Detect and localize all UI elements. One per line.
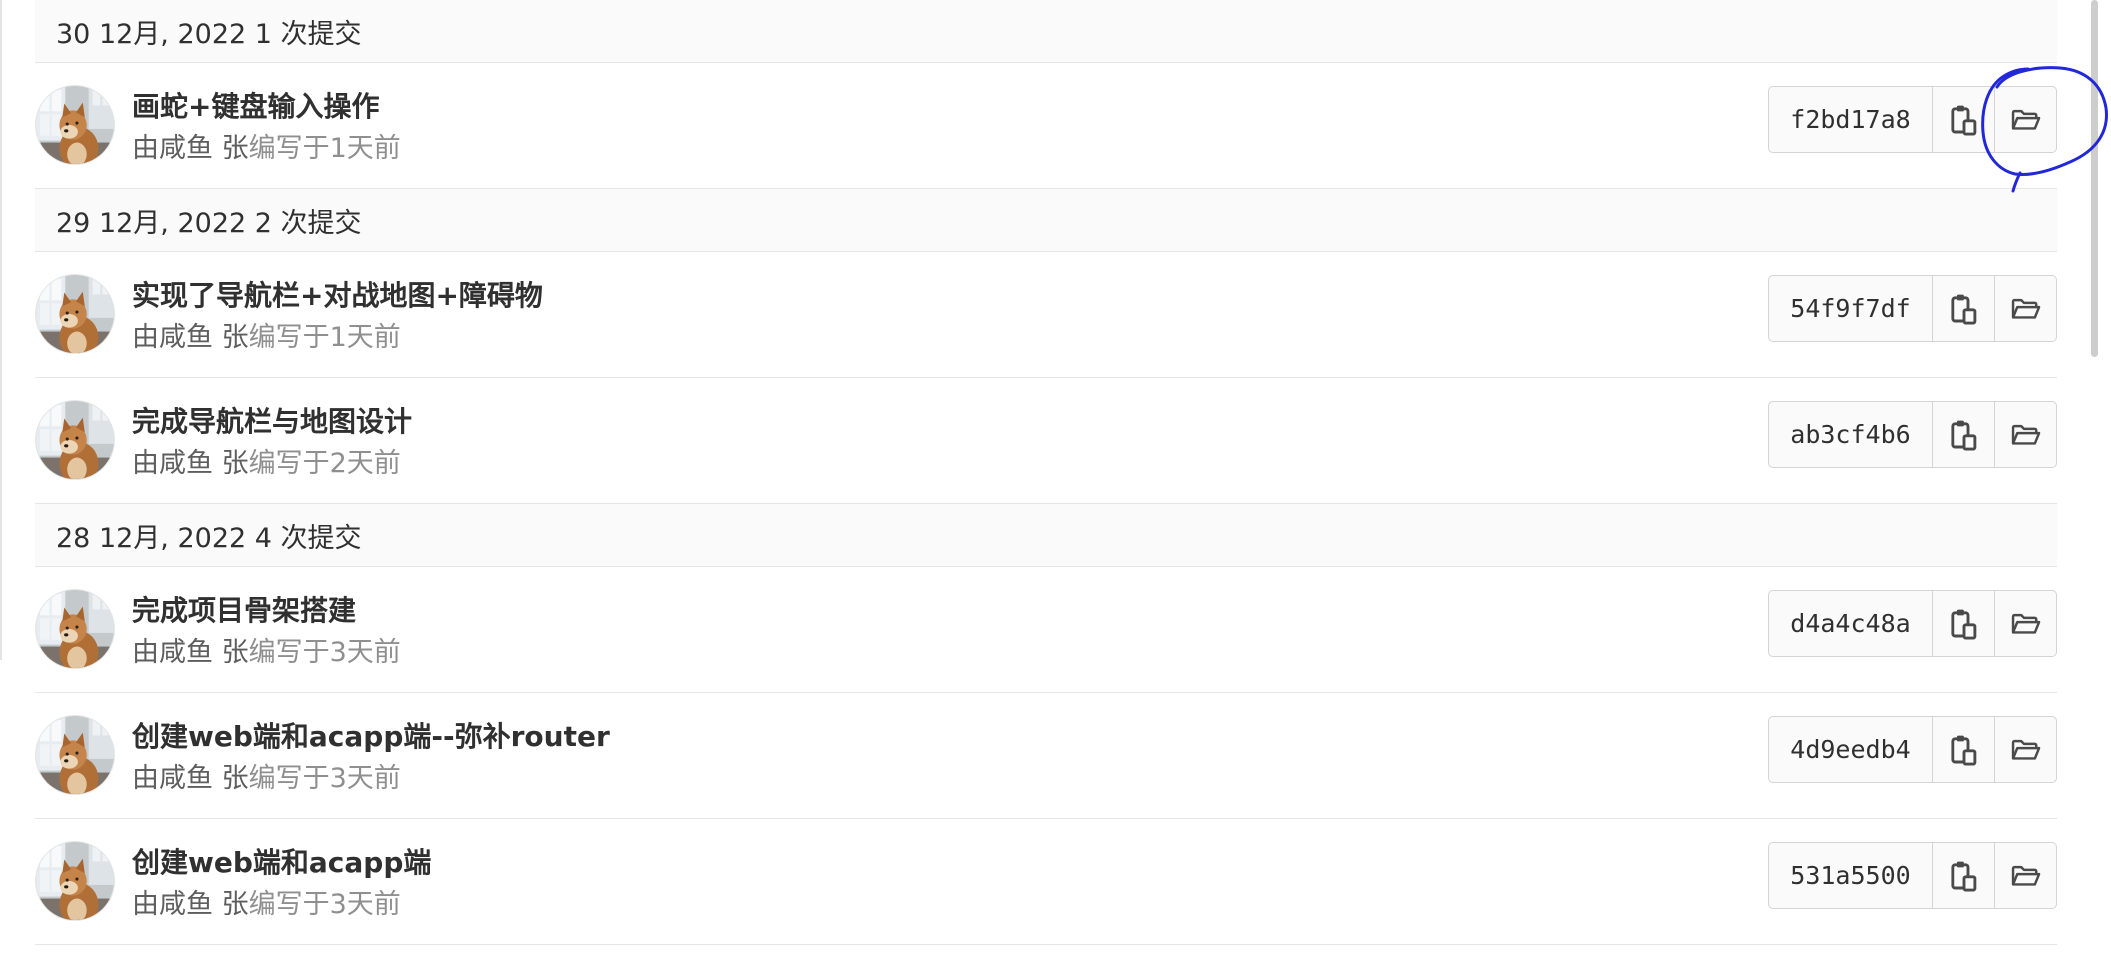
folder-open-icon: [2011, 424, 2041, 446]
folder-open-icon: [2011, 865, 2041, 887]
commit-info: 实现了导航栏+对战地图+障碍物 由咸鱼 张编写于1天前: [132, 276, 1768, 358]
commit-row: 实现了导航栏+对战地图+障碍物 由咸鱼 张编写于1天前 54f9f7df: [35, 252, 2057, 378]
clipboard-icon: [1951, 860, 1977, 892]
folder-open-icon: [2011, 739, 2041, 761]
clipboard-icon: [1951, 104, 1977, 136]
commit-meta: 由咸鱼 张编写于3天前: [132, 633, 1768, 673]
commit-time: 编写于3天前: [248, 763, 401, 794]
browse-files-button[interactable]: [1995, 86, 2057, 153]
commit-info: 画蛇+键盘输入操作 由咸鱼 张编写于1天前: [132, 87, 1768, 169]
commit-actions: d4a4c48a: [1768, 590, 2057, 657]
panel-left-border: [0, 0, 2, 660]
commit-time: 编写于3天前: [248, 637, 401, 668]
clipboard-icon: [1951, 293, 1977, 325]
commit-row: 创建web端和acapp端 由咸鱼 张编写于3天前 531a5500: [35, 819, 2057, 945]
day-header-label: 28 12月, 2022 4 次提交: [56, 522, 362, 554]
commit-actions: 531a5500: [1768, 842, 2057, 909]
copy-sha-button[interactable]: [1933, 275, 1995, 342]
clipboard-icon: [1951, 419, 1977, 451]
commit-row: 创建web端和acapp端--弥补router 由咸鱼 张编写于3天前 4d9e…: [35, 693, 2057, 819]
day-header-label: 29 12月, 2022 2 次提交: [56, 207, 362, 239]
commit-info: 完成项目骨架搭建 由咸鱼 张编写于3天前: [132, 591, 1768, 673]
copy-sha-button[interactable]: [1933, 86, 1995, 153]
commit-sha-button[interactable]: 4d9eedb4: [1768, 716, 1933, 783]
commit-sha-button[interactable]: 531a5500: [1768, 842, 1933, 909]
copy-sha-button[interactable]: [1933, 842, 1995, 909]
commit-title-link[interactable]: 完成项目骨架搭建: [132, 591, 1768, 631]
day-header: 28 12月, 2022 4 次提交: [35, 504, 2057, 567]
commit-row: 完成导航栏与地图设计 由咸鱼 张编写于2天前 ab3cf4b6: [35, 378, 2057, 504]
commit-author-link[interactable]: 由咸鱼 张: [132, 637, 249, 668]
commit-title-link[interactable]: 画蛇+键盘输入操作: [132, 87, 1768, 127]
commit-title-link[interactable]: 完成导航栏与地图设计: [132, 402, 1768, 442]
commit-title-link[interactable]: 创建web端和acapp端--弥补router: [132, 717, 1768, 757]
browse-files-button[interactable]: [1995, 842, 2057, 909]
commit-time: 编写于1天前: [248, 322, 401, 353]
commit-actions: ab3cf4b6: [1768, 401, 2057, 468]
copy-sha-button[interactable]: [1933, 716, 1995, 783]
commit-author-link[interactable]: 由咸鱼 张: [132, 763, 249, 794]
folder-open-icon: [2011, 613, 2041, 635]
clipboard-icon: [1951, 734, 1977, 766]
author-avatar[interactable]: [36, 401, 114, 479]
commit-actions: 4d9eedb4: [1768, 716, 2057, 783]
author-avatar[interactable]: [36, 275, 114, 353]
author-avatar[interactable]: [36, 86, 114, 164]
commit-row: 完成项目骨架搭建 由咸鱼 张编写于3天前 d4a4c48a: [35, 567, 2057, 693]
commit-sha-button[interactable]: 54f9f7df: [1768, 275, 1933, 342]
commit-meta: 由咸鱼 张编写于2天前: [132, 444, 1768, 484]
commit-meta: 由咸鱼 张编写于3天前: [132, 759, 1768, 799]
copy-sha-button[interactable]: [1933, 590, 1995, 657]
commit-title-link[interactable]: 实现了导航栏+对战地图+障碍物: [132, 276, 1768, 316]
commit-title-link[interactable]: 创建web端和acapp端: [132, 843, 1768, 883]
author-avatar[interactable]: [36, 716, 114, 794]
author-avatar[interactable]: [36, 842, 114, 920]
commit-actions: 54f9f7df: [1768, 275, 2057, 342]
commit-info: 创建web端和acapp端 由咸鱼 张编写于3天前: [132, 843, 1768, 925]
commit-meta: 由咸鱼 张编写于1天前: [132, 129, 1768, 169]
commit-author-link[interactable]: 由咸鱼 张: [132, 889, 249, 920]
copy-sha-button[interactable]: [1933, 401, 1995, 468]
page-scrollbar[interactable]: [2091, 0, 2098, 357]
commit-info: 创建web端和acapp端--弥补router 由咸鱼 张编写于3天前: [132, 717, 1768, 799]
folder-open-icon: [2011, 109, 2041, 131]
commit-time: 编写于3天前: [248, 889, 401, 920]
commit-sha-button[interactable]: ab3cf4b6: [1768, 401, 1933, 468]
commit-time: 编写于2天前: [248, 448, 401, 479]
commit-sha-button[interactable]: f2bd17a8: [1768, 86, 1933, 153]
commit-actions: f2bd17a8: [1768, 86, 2057, 153]
browse-files-button[interactable]: [1995, 590, 2057, 657]
commit-row: 画蛇+键盘输入操作 由咸鱼 张编写于1天前 f2bd17a8: [35, 63, 2057, 189]
day-header: 29 12月, 2022 2 次提交: [35, 189, 2057, 252]
commit-meta: 由咸鱼 张编写于1天前: [132, 318, 1768, 358]
commit-author-link[interactable]: 由咸鱼 张: [132, 133, 249, 164]
commit-info: 完成导航栏与地图设计 由咸鱼 张编写于2天前: [132, 402, 1768, 484]
folder-open-icon: [2011, 298, 2041, 320]
day-header-label: 30 12月, 2022 1 次提交: [56, 18, 362, 50]
commit-time: 编写于1天前: [248, 133, 401, 164]
browse-files-button[interactable]: [1995, 275, 2057, 342]
commit-list: 30 12月, 2022 1 次提交 画蛇+键盘输入操作 由咸鱼 张编写于1天前…: [35, 0, 2057, 945]
browse-files-button[interactable]: [1995, 716, 2057, 783]
commit-author-link[interactable]: 由咸鱼 张: [132, 448, 249, 479]
browse-files-button[interactable]: [1995, 401, 2057, 468]
clipboard-icon: [1951, 608, 1977, 640]
author-avatar[interactable]: [36, 590, 114, 668]
commit-sha-button[interactable]: d4a4c48a: [1768, 590, 1933, 657]
commit-meta: 由咸鱼 张编写于3天前: [132, 885, 1768, 925]
commit-author-link[interactable]: 由咸鱼 张: [132, 322, 249, 353]
day-header: 30 12月, 2022 1 次提交: [35, 0, 2057, 63]
